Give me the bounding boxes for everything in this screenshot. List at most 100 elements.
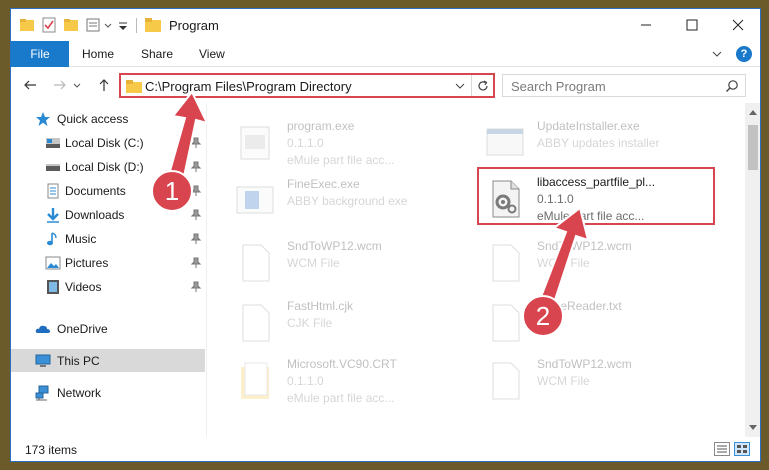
file-detail: ABBY background exe [287, 194, 408, 208]
pin-icon[interactable] [191, 185, 201, 196]
up-button[interactable] [95, 76, 113, 94]
exe-icon [240, 126, 270, 160]
file-item[interactable]: SndToWP12.wcm WCM File [481, 235, 721, 293]
target-file-highlight [477, 167, 715, 225]
file-item[interactable]: UpdateInstaller.exe ABBY updates install… [481, 115, 721, 173]
sidebar-item-label: Local Disk (D:) [65, 159, 144, 174]
details-view-icon[interactable] [714, 442, 730, 456]
onedrive-icon [35, 325, 50, 333]
pin-icon[interactable] [191, 257, 201, 268]
sidebar-item-label: Downloads [65, 207, 125, 222]
navigation-pane: Quick access Local Disk (C:) Local Disk … [11, 103, 207, 437]
recent-locations-button[interactable] [71, 76, 83, 94]
file-item[interactable]: b...neReader.txt [481, 295, 721, 353]
blank-file-icon [492, 304, 520, 342]
folder-icon[interactable] [19, 17, 35, 33]
file-name: UpdateInstaller.exe [537, 119, 640, 133]
tab-file[interactable]: File [11, 41, 69, 67]
pin-icon[interactable] [191, 161, 201, 172]
file-detail: ABBY updates installer [537, 136, 660, 150]
file-item[interactable]: Microsoft.VC90.CRT 0.1.1.0 eMule part fi… [231, 353, 471, 411]
pin-icon[interactable] [191, 137, 201, 148]
maximize-button[interactable] [669, 9, 715, 41]
sidebar-item-label: This PC [57, 353, 100, 368]
maximize-icon [686, 19, 698, 31]
view-options-icon[interactable] [85, 17, 101, 33]
new-folder-icon[interactable] [63, 17, 79, 33]
chevron-down-icon[interactable] [103, 17, 113, 33]
title-separator [136, 18, 137, 33]
network-icon [35, 385, 49, 400]
sidebar-item-network[interactable]: Network [11, 381, 205, 404]
step-2-badge: 2 [535, 300, 551, 331]
address-path[interactable]: C:\Program Files\Program Directory [145, 79, 352, 94]
app-window-icon [236, 186, 274, 214]
sidebar-item-onedrive[interactable]: OneDrive [11, 317, 205, 340]
sidebar-item-label: Quick access [57, 111, 129, 126]
file-detail: eMule part file acc... [287, 391, 395, 405]
file-detail: WCM File [537, 256, 590, 270]
search-input[interactable]: Search Program [511, 79, 606, 94]
sidebar-item-local-disk-c[interactable]: Local Disk (C:) [11, 131, 205, 154]
file-detail: 0.1.1.0 [287, 374, 324, 388]
minimize-icon [641, 24, 651, 26]
search-icon[interactable] [725, 79, 739, 93]
search-box[interactable]: Search Program [502, 74, 746, 97]
folder-icon [145, 18, 161, 32]
scroll-thumb[interactable] [748, 125, 758, 170]
arrow-left-icon [24, 80, 36, 90]
blank-file-icon [492, 244, 520, 282]
explorer-window: Program File Home Share View ? C:\Progra… [10, 8, 761, 462]
minimize-button[interactable] [623, 9, 669, 41]
blank-file-icon [242, 244, 270, 282]
expand-ribbon-icon[interactable] [710, 47, 724, 61]
scroll-down-arrow[interactable] [748, 423, 758, 433]
forward-button[interactable] [51, 76, 69, 94]
sidebar-item-music[interactable]: Music [11, 227, 205, 250]
title-bar: Program [11, 9, 760, 41]
step-1-badge: 1 [164, 175, 180, 206]
pin-icon[interactable] [191, 209, 201, 220]
sidebar-item-label: Pictures [65, 255, 109, 270]
sidebar-item-quick-access[interactable]: Quick access [11, 107, 205, 130]
sidebar-item-videos[interactable]: Videos [11, 275, 205, 298]
close-button[interactable] [715, 9, 760, 41]
file-detail: WCM File [537, 374, 590, 388]
pin-icon[interactable] [191, 233, 201, 244]
file-item[interactable]: SndToWP12.wcm WCM File [231, 235, 471, 293]
sidebar-item-label: Documents [65, 183, 126, 198]
file-item[interactable]: SndToWP12.wcm WCM File [481, 353, 721, 411]
pc-icon [35, 354, 51, 367]
tab-home[interactable]: Home [82, 41, 114, 67]
downloads-icon [47, 207, 59, 223]
file-name: FineExec.exe [287, 177, 360, 191]
back-button[interactable] [21, 76, 39, 94]
vertical-scrollbar[interactable] [745, 103, 760, 437]
customize-toolbar-icon[interactable] [117, 17, 129, 33]
status-bar: 173 items [11, 437, 760, 461]
file-detail: eMule part file acc... [287, 153, 395, 167]
file-item[interactable]: FineExec.exe ABBY background exe [231, 173, 471, 231]
file-item[interactable]: program.exe 0.1.1.0 eMule part file acc.… [231, 115, 471, 173]
tab-share[interactable]: Share [141, 41, 173, 67]
address-bar[interactable]: C:\Program Files\Program Directory [119, 73, 495, 98]
sidebar-item-pictures[interactable]: Pictures [11, 251, 205, 274]
file-item[interactable]: FastHtml.cjk CJK File [231, 295, 471, 353]
scroll-up-arrow[interactable] [748, 107, 758, 117]
help-icon[interactable]: ? [736, 46, 752, 62]
file-detail: CJK File [287, 316, 333, 330]
file-name: SndToWP12.wcm [537, 239, 632, 253]
sidebar-item-label: Network [57, 385, 102, 400]
chevron-up-icon [749, 110, 757, 115]
file-list: program.exe 0.1.1.0 eMule part file acc.… [209, 103, 745, 437]
address-dropdown-button[interactable] [453, 78, 467, 94]
large-icons-view-icon[interactable] [734, 442, 750, 456]
arrow-right-icon [54, 80, 66, 90]
arrow-up-icon [99, 79, 109, 91]
sidebar-item-this-pc[interactable]: This PC [11, 349, 205, 372]
pin-icon[interactable] [191, 281, 201, 292]
tab-view[interactable]: View [199, 41, 225, 67]
properties-icon[interactable] [41, 17, 57, 33]
refresh-button[interactable] [471, 75, 493, 96]
sidebar-item-label: Music [65, 231, 97, 246]
